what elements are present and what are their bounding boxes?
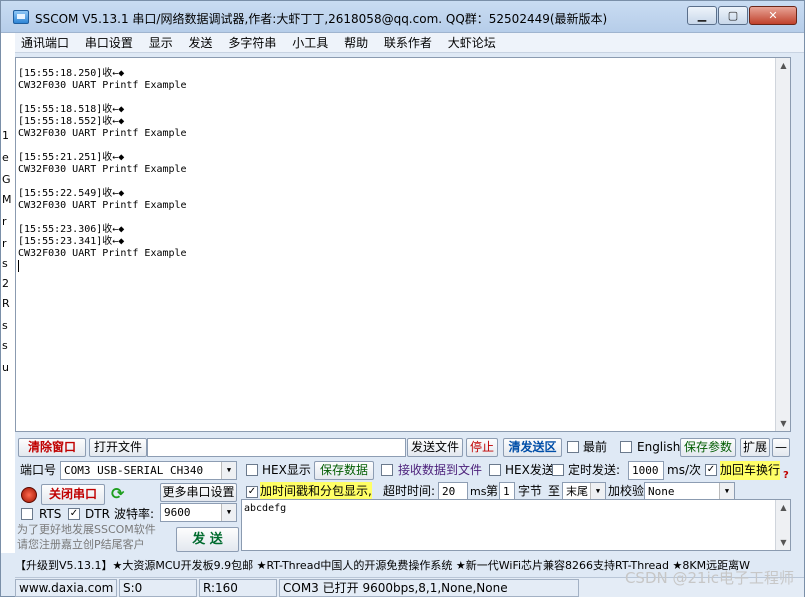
english-label: English [637,440,681,454]
send-text: abcdefg [244,503,287,514]
scroll-up-icon[interactable]: ▲ [776,58,790,73]
menu-help[interactable]: 帮助 [338,33,374,53]
more-settings-button[interactable]: 更多串口设置 [160,483,237,502]
send-input[interactable]: abcdefg ▲ ▼ [241,499,791,551]
save-data-button[interactable]: 保存数据 [314,461,374,480]
chevron-down-icon[interactable]: ▼ [221,504,236,521]
end-select-value: 末尾 [566,485,588,498]
send-button[interactable]: 发 送 [176,527,239,552]
menu-contact[interactable]: 联系作者 [378,33,438,53]
expand-button[interactable]: 扩展 [740,438,770,457]
english-checkbox[interactable] [620,441,632,453]
maximize-button[interactable]: ▢ [718,6,748,25]
dtr-label: DTR [85,507,110,521]
hex-display-label: HEX显示 [262,463,311,477]
menu-display[interactable]: 显示 [143,33,179,53]
scroll-down-icon[interactable]: ▼ [776,535,791,550]
window-title: SSCOM V5.13.1 串口/网络数据调试器,作者:大虾丁丁,2618058… [35,12,608,26]
hex-display-checkbox[interactable] [246,464,258,476]
strip-char: 2 [2,277,9,290]
strip-char: s [2,339,8,352]
timestamp-checkbox[interactable]: ✓ [246,486,258,498]
strip-char: r [2,215,7,228]
recv-to-file-label: 接收数据到文件 [398,463,483,477]
topmost-checkbox[interactable] [567,441,579,453]
strip-char: G [2,173,11,186]
status-received: R:160 [199,579,277,597]
promo-line-2: 请您注册嘉立创P结尾客户 [17,538,145,551]
refresh-icon[interactable]: ⟳ [111,486,124,502]
send-scrollbar[interactable]: ▲ ▼ [775,500,790,550]
receive-scrollbar[interactable]: ▲ ▼ [775,58,790,431]
chevron-down-icon[interactable]: ▼ [590,483,605,500]
baud-select-value: 9600 [164,506,191,519]
topmost-label: 最前 [583,440,608,454]
close-port-button[interactable]: 关闭串口 [41,484,105,505]
scroll-up-icon[interactable]: ▲ [776,500,791,515]
hex-send-label: HEX发送 [505,463,554,477]
strip-char: M [2,193,12,206]
app-icon [13,10,29,24]
rts-checkbox[interactable] [21,508,33,520]
rts-label: RTS [39,507,62,521]
status-website[interactable]: www.daxia.com [15,579,117,597]
stop-button[interactable]: 停止 [466,438,498,457]
watermark: CSDN @21ic电子工程师 [624,569,794,587]
menu-serial-settings[interactable]: 串口设置 [79,33,139,53]
menu-bar: 通讯端口 串口设置 显示 发送 多字符串 小工具 帮助 联系作者 大虾论坛 [15,33,804,53]
dtr-checkbox[interactable]: ✓ [68,508,80,520]
menu-send[interactable]: 发送 [183,33,219,53]
menu-port[interactable]: 通讯端口 [15,33,75,53]
interval-unit-label: ms/次 [667,463,701,477]
collapse-button[interactable]: — [772,438,790,457]
sscom-window: SSCOM V5.13.1 串口/网络数据调试器,作者:大虾丁丁,2618058… [0,0,805,597]
hex-send-checkbox[interactable] [489,464,501,476]
send-file-button[interactable]: 发送文件 [407,438,463,457]
baud-label: 波特率: [114,507,155,521]
menu-tools[interactable]: 小工具 [286,33,334,53]
recv-to-file-checkbox[interactable] [381,464,393,476]
status-port: COM3 已打开 9600bps,8,1,None,None [279,579,579,597]
title-bar[interactable]: SSCOM V5.13.1 串口/网络数据调试器,作者:大虾丁丁,2618058… [1,1,804,33]
strip-char: r [2,237,7,250]
background-window-strip: 1 e G M r r s 2 R s s u [1,33,15,553]
port-select-value: COM3 USB-SERIAL CH340 [64,464,204,477]
strip-char: s [2,257,8,270]
add-crlf-label: 加回车换行 [720,461,781,480]
status-sent: S:0 [119,579,197,597]
port-label: 端口号 [20,463,57,477]
receive-area[interactable]: [15:55:18.250]收←◆ CW32F030 UART Printf E… [15,57,791,432]
strip-char: 1 [2,129,9,142]
checksum-select-value: None [648,485,675,498]
clear-send-button[interactable]: 清发送区 [503,438,562,457]
baud-select[interactable]: 9600 ▼ [160,503,237,522]
minimize-button[interactable]: ▁ [687,6,717,25]
strip-char: s [2,319,8,332]
add-crlf-checkbox[interactable]: ✓ [705,464,717,476]
menu-forum[interactable]: 大虾论坛 [442,33,502,53]
port-status-icon [21,487,37,503]
interval-input[interactable]: 1000 [628,461,664,480]
strip-char: e [2,151,9,164]
scroll-down-icon[interactable]: ▼ [776,416,790,431]
file-path-input[interactable] [147,438,406,457]
receive-log: [15:55:18.250]收←◆ CW32F030 UART Printf E… [18,68,187,259]
open-file-button[interactable]: 打开文件 [89,438,147,457]
port-select[interactable]: COM3 USB-SERIAL CH340 ▼ [60,461,237,480]
menu-multi-string[interactable]: 多字符串 [222,33,282,53]
timed-send-label: 定时发送: [568,463,621,477]
clear-window-button[interactable]: 清除窗口 [18,438,86,457]
strip-char: R [2,297,10,310]
chevron-down-icon[interactable]: ▼ [719,483,734,500]
promo-line-1: 为了更好地发展SSCOM软件 [17,523,156,536]
help-icon[interactable]: ? [783,466,789,485]
chevron-down-icon[interactable]: ▼ [221,462,236,479]
save-params-button[interactable]: 保存参数 [680,438,736,457]
strip-char: u [2,361,9,374]
timed-send-checkbox[interactable] [552,464,564,476]
close-button[interactable]: ✕ [749,6,797,25]
text-caret [18,260,19,272]
